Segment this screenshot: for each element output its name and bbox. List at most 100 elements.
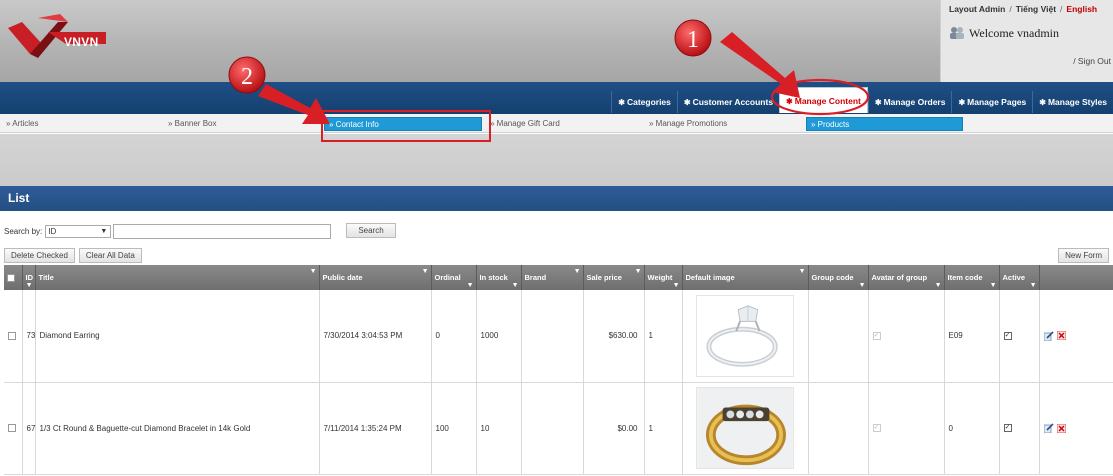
- col-title[interactable]: Title ▼: [35, 265, 320, 290]
- table-header-row: ID ▼ Title ▼ Public date ▼ Ordinal ▼ In stoc…: [4, 265, 1113, 290]
- nav-manage-styles[interactable]: ✱ Manage Styles: [1032, 91, 1113, 113]
- star-icon: ✱: [958, 98, 966, 107]
- avatar-checkbox: ✓: [872, 424, 881, 433]
- star-icon: ✱: [683, 98, 691, 107]
- cell-sale-price: $630.00: [583, 290, 645, 383]
- nav-customer-accounts[interactable]: ✱ Customer Accounts: [676, 91, 779, 113]
- select-all-checkbox[interactable]: [4, 265, 23, 290]
- col-weight[interactable]: Weight ▼: [644, 265, 683, 290]
- logo-text: VNVN: [64, 35, 99, 49]
- search-button[interactable]: Search: [346, 223, 396, 238]
- vnvn-logo[interactable]: [8, 14, 118, 64]
- sort-icon: ▼: [1029, 282, 1037, 289]
- submenu-banner-box[interactable]: » Banner Box: [164, 117, 314, 131]
- filter-icon: ▼: [798, 268, 806, 275]
- col-ordinal[interactable]: Ordinal ▼: [431, 265, 477, 290]
- sign-out-link[interactable]: / Sign Out: [1073, 56, 1111, 66]
- table-row[interactable]: 67 1/3 Ct Round & Baguette-cut Diamond B…: [4, 382, 1113, 475]
- vietnamese-link[interactable]: Tiếng Việt: [1016, 4, 1056, 14]
- search-input[interactable]: [113, 223, 332, 239]
- active-checkbox: ✓: [1003, 332, 1012, 341]
- star-icon: ✱: [618, 98, 625, 107]
- col-item-code[interactable]: Item code ▼: [944, 265, 1000, 290]
- english-link[interactable]: English: [1066, 4, 1097, 14]
- nav-manage-content[interactable]: ✱ Manage Content: [779, 87, 868, 113]
- col-public-date[interactable]: Public date ▼: [319, 265, 432, 290]
- header: VNVN Layout Admin / Tiếng Việt / English Wel…: [0, 0, 1113, 82]
- star-icon: ✱: [1039, 98, 1046, 107]
- cell-title: Diamond Earring: [35, 290, 320, 383]
- cell-brand: [521, 382, 584, 475]
- edit-icon[interactable]: [1043, 423, 1054, 433]
- col-avatar-of-group[interactable]: Avatar of group ▼: [868, 265, 945, 290]
- clear-all-data-button[interactable]: Clear All Data: [78, 248, 142, 263]
- delete-icon[interactable]: [1056, 423, 1066, 433]
- cell-default-image: [682, 290, 809, 383]
- submenu-contact-info[interactable]: » Contact Info: [324, 117, 482, 131]
- row-checkbox[interactable]: [4, 290, 23, 383]
- action-buttons: Delete Checked Clear All Data: [4, 248, 142, 263]
- filter-icon: ▼: [309, 268, 317, 275]
- filter-icon: ▼: [573, 268, 581, 275]
- submenu-manage-promotions[interactable]: » Manage Promotions: [645, 117, 795, 131]
- col-group-code[interactable]: Group code ▼: [808, 265, 869, 290]
- cell-in-stock: 1000: [476, 290, 522, 383]
- col-actions: [1039, 265, 1113, 290]
- gold-ring-image: [696, 387, 794, 469]
- star-icon: ✱: [786, 97, 793, 106]
- cell-public-date: 7/30/2014 3:04:53 PM: [319, 290, 432, 383]
- cell-id: 67: [22, 382, 36, 475]
- layout-admin-link[interactable]: Layout Admin: [949, 4, 1005, 14]
- cell-avatar-of-group: ✓: [868, 382, 945, 475]
- cell-item-code: 0: [944, 382, 1000, 475]
- cell-group-code: [808, 290, 869, 383]
- delete-icon[interactable]: [1056, 331, 1066, 341]
- filter-icon: ▼: [421, 268, 429, 275]
- sort-icon: ▼: [25, 282, 33, 289]
- toolbar-band: [0, 134, 1113, 186]
- sort-icon: ▼: [511, 282, 519, 289]
- nav-categories[interactable]: ✱ Categories: [611, 91, 677, 113]
- active-checkbox: ✓: [1003, 424, 1012, 433]
- cell-in-stock: 10: [476, 382, 522, 475]
- sort-icon: ▼: [672, 282, 680, 289]
- col-default-image[interactable]: Default image ▼: [682, 265, 809, 290]
- cell-weight: 1: [644, 290, 683, 383]
- user-panel: Layout Admin / Tiếng Việt / English Welcome …: [940, 0, 1113, 82]
- table-row[interactable]: 73 Diamond Earring 7/30/2014 3:04:53 PM …: [4, 290, 1113, 383]
- cell-item-code: E09: [944, 290, 1000, 383]
- nav-manage-pages[interactable]: ✱ Manage Pages: [951, 91, 1032, 113]
- delete-checked-button[interactable]: Delete Checked: [4, 248, 75, 263]
- dropdown-arrow-icon: ▼: [100, 227, 108, 235]
- col-sale-price[interactable]: Sale price ▼: [583, 265, 645, 290]
- sub-menu: » Articles » Banner Box » Contact Info »…: [0, 114, 1113, 133]
- cell-weight: 1: [644, 382, 683, 475]
- main-nav: ✱ Categories ✱ Customer Accounts ✱ Manage C…: [0, 82, 1113, 114]
- cell-active: ✓: [999, 382, 1040, 475]
- cell-id: 73: [22, 290, 36, 383]
- user-icon: [950, 27, 964, 39]
- submenu-manage-gift-card[interactable]: » Manage Gift Card: [486, 117, 636, 131]
- top-links: Layout Admin / Tiếng Việt / English: [949, 4, 1098, 14]
- submenu-products[interactable]: » Products: [806, 117, 963, 131]
- cell-default-image: [682, 382, 809, 475]
- cell-title: 1/3 Ct Round & Baguette-cut Diamond Brac…: [35, 382, 320, 475]
- submenu-articles[interactable]: » Articles: [2, 117, 152, 131]
- new-form-button[interactable]: New Form: [1058, 248, 1109, 263]
- col-id[interactable]: ID ▼: [22, 265, 36, 290]
- col-in-stock[interactable]: In stock ▼: [476, 265, 522, 290]
- products-table: ID ▼ Title ▼ Public date ▼ Ordinal ▼ In stoc…: [4, 265, 1113, 475]
- col-brand[interactable]: Brand ▼: [521, 265, 584, 290]
- sort-icon: ▼: [858, 282, 866, 289]
- row-checkbox[interactable]: [4, 382, 23, 475]
- cell-actions: [1039, 382, 1113, 475]
- nav-manage-orders[interactable]: ✱ Manage Orders: [867, 91, 952, 113]
- sort-icon: ▼: [934, 282, 942, 289]
- sort-icon: ▼: [466, 282, 474, 289]
- edit-icon[interactable]: [1043, 331, 1054, 341]
- cell-ordinal: 100: [431, 382, 477, 475]
- search-field-select[interactable]: ID ▼: [45, 224, 112, 238]
- col-active[interactable]: Active ▼: [999, 265, 1040, 290]
- cell-brand: [521, 290, 584, 383]
- sort-icon: ▼: [989, 282, 997, 289]
